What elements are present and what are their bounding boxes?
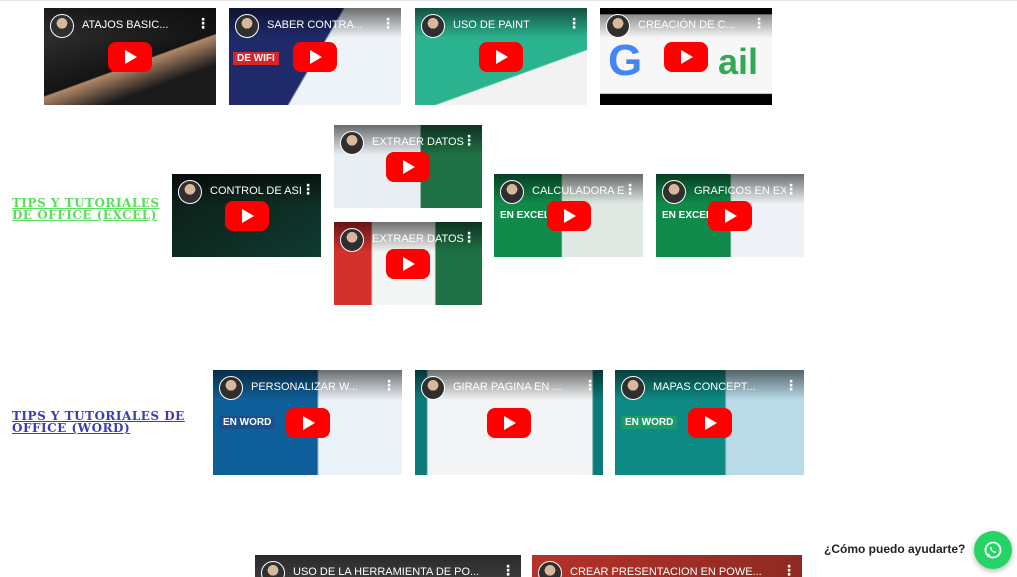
play-icon[interactable] <box>487 407 531 438</box>
channel-avatar[interactable] <box>662 180 686 204</box>
more-icon[interactable]: ⋮ <box>782 564 796 577</box>
more-icon[interactable]: ⋮ <box>462 231 476 245</box>
play-icon[interactable] <box>285 407 330 438</box>
channel-avatar[interactable] <box>340 228 364 252</box>
more-icon[interactable]: ⋮ <box>784 183 798 197</box>
more-icon[interactable]: ⋮ <box>623 183 637 197</box>
video-extraer-2[interactable]: EXTRAER DATOS ... ⋮ <box>334 222 482 305</box>
video-title[interactable]: CREACIÓN DE C... <box>638 18 754 32</box>
channel-avatar[interactable] <box>421 376 445 400</box>
excel-tutorials-link[interactable]: TIPS Y TUTORIALES DE OFFICE (EXCEL) <box>12 197 162 221</box>
more-icon[interactable]: ⋮ <box>196 17 210 31</box>
whatsapp-icon <box>984 541 1002 559</box>
channel-avatar[interactable] <box>621 376 645 400</box>
thumbnail-caption: DE WIFI <box>233 52 279 65</box>
play-icon[interactable] <box>293 41 337 72</box>
video-extraer-1[interactable]: EXTRAER DATOS ... ⋮ <box>334 125 482 208</box>
play-icon[interactable] <box>546 200 591 231</box>
video-title[interactable]: GRAFICOS EN EX... <box>694 184 786 198</box>
channel-avatar[interactable] <box>500 180 524 204</box>
more-icon[interactable]: ⋮ <box>501 564 515 577</box>
video-wifi[interactable]: DE WIFI SABER CONTRA... ⋮ <box>229 8 401 105</box>
thumbnail-caption: EN EXCEL <box>662 210 713 221</box>
video-title[interactable]: USO DE LA HERRAMIENTA DE PO... <box>293 565 503 577</box>
thumbnail-caption: EN WORD <box>219 416 276 429</box>
play-icon[interactable] <box>687 407 732 438</box>
video-title[interactable]: GIRAR PAGINA EN ... <box>453 380 585 394</box>
video-gmail[interactable]: G ail CREACIÓN DE C... ⋮ <box>600 8 772 105</box>
video-girar[interactable]: GIRAR PAGINA EN ... ⋮ <box>415 370 603 475</box>
video-title[interactable]: CONTROL DE ASI... <box>210 184 303 198</box>
video-title[interactable]: EXTRAER DATOS ... <box>372 135 464 149</box>
more-icon[interactable]: ⋮ <box>382 379 396 393</box>
video-calculadora[interactable]: EN EXCEL CALCULADORA E... ⋮ <box>494 174 643 257</box>
channel-avatar[interactable] <box>235 14 259 38</box>
video-title[interactable]: ATAJOS BASIC... <box>82 18 198 32</box>
video-title[interactable]: CREAR PRESENTACION EN POWE... <box>570 565 784 577</box>
video-graficos[interactable]: EN EXCEL GRAFICOS EN EX... ⋮ <box>656 174 804 257</box>
more-icon[interactable]: ⋮ <box>752 17 766 31</box>
more-icon[interactable]: ⋮ <box>784 379 798 393</box>
video-title[interactable]: USO DE PAINT <box>453 18 569 32</box>
video-paint[interactable]: USO DE PAINT ⋮ <box>415 8 587 105</box>
video-presentacion[interactable]: CREAR PRESENTACION EN POWE... ⋮ <box>532 555 802 577</box>
play-icon[interactable] <box>224 200 269 231</box>
video-personalizar[interactable]: EN WORD PERSONALIZAR W... ⋮ <box>213 370 402 475</box>
more-icon[interactable]: ⋮ <box>381 17 395 31</box>
more-icon[interactable]: ⋮ <box>583 379 597 393</box>
play-icon[interactable] <box>479 41 523 72</box>
whatsapp-chat-button[interactable] <box>974 531 1012 569</box>
channel-avatar[interactable] <box>178 180 202 204</box>
channel-avatar[interactable] <box>50 14 74 38</box>
more-icon[interactable]: ⋮ <box>301 183 315 197</box>
video-atajos[interactable]: ATAJOS BASIC... ⋮ <box>44 8 216 105</box>
more-icon[interactable]: ⋮ <box>567 17 581 31</box>
video-control[interactable]: CONTROL DE ASI... ⋮ <box>172 174 321 257</box>
video-title[interactable]: PERSONALIZAR W... <box>251 380 384 394</box>
top-divider <box>0 0 1017 1</box>
video-herramienta[interactable]: USO DE LA HERRAMIENTA DE PO... ⋮ <box>255 555 521 577</box>
thumbnail-caption: EN EXCEL <box>500 210 551 221</box>
channel-avatar[interactable] <box>606 14 630 38</box>
video-title[interactable]: MAPAS CONCEPT... <box>653 380 786 394</box>
more-icon[interactable]: ⋮ <box>462 134 476 148</box>
play-icon[interactable] <box>108 41 152 72</box>
thumbnail-logo: G <box>608 36 643 85</box>
video-mapas[interactable]: EN WORD MAPAS CONCEPT... ⋮ <box>615 370 804 475</box>
video-title[interactable]: SABER CONTRA... <box>267 18 383 32</box>
thumbnail-caption: EN WORD <box>621 416 678 429</box>
channel-avatar[interactable] <box>340 131 364 155</box>
play-icon[interactable] <box>386 151 430 182</box>
thumbnail-logo: ail <box>718 41 759 82</box>
channel-avatar[interactable] <box>219 376 243 400</box>
play-icon[interactable] <box>664 41 708 72</box>
video-title[interactable]: EXTRAER DATOS ... <box>372 232 464 246</box>
video-title[interactable]: CALCULADORA E... <box>532 184 625 198</box>
play-icon[interactable] <box>386 248 430 279</box>
channel-avatar[interactable] <box>421 14 445 38</box>
word-tutorials-link[interactable]: TIPS Y TUTORIALES DE OFFICE (WORD) <box>12 410 202 434</box>
play-icon[interactable] <box>708 200 752 231</box>
chat-prompt-label[interactable]: ¿Cómo puedo ayudarte? <box>824 542 965 556</box>
